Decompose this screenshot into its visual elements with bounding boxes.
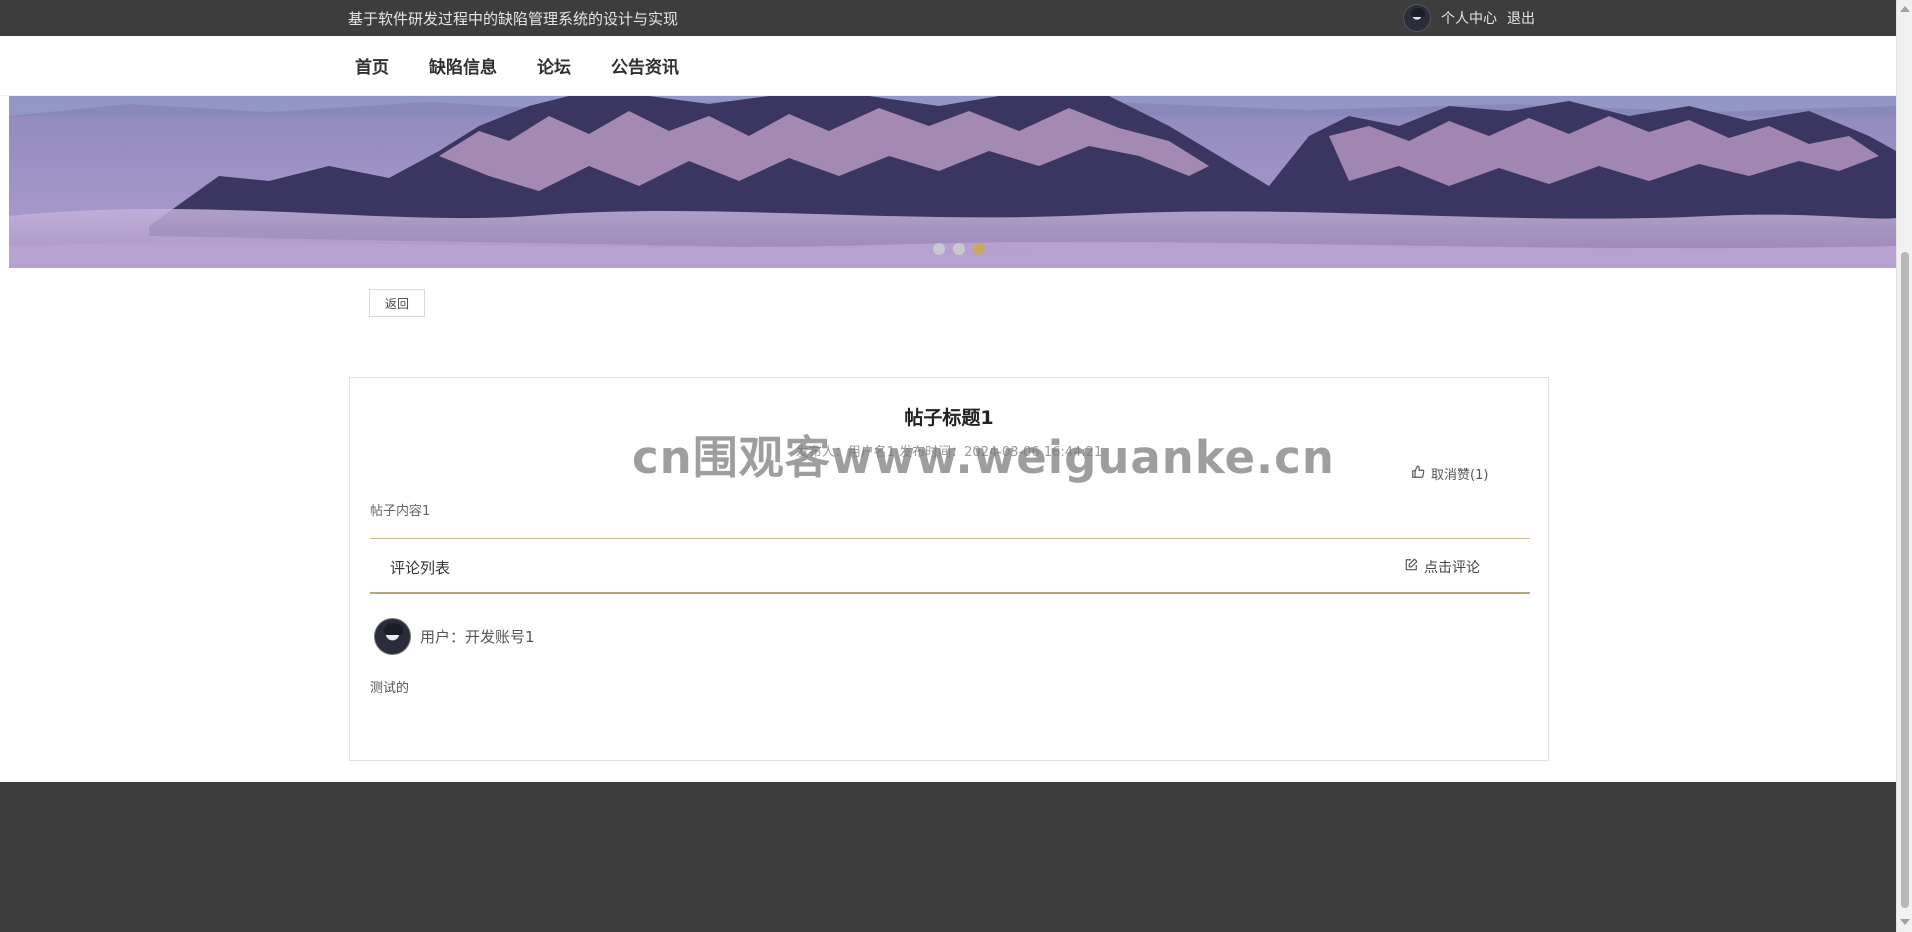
carousel-dot-1[interactable]	[933, 243, 945, 255]
post-meta: 发布人：用户名1 发布时间：2024-03-06 16:44:21	[795, 445, 1103, 460]
main-nav: 首页 缺陷信息 论坛 公告资讯	[0, 36, 1896, 96]
post-content: 帖子内容1	[370, 504, 431, 519]
nav-item-home[interactable]: 首页	[355, 53, 389, 78]
comment-user: 用户：开发账号1	[420, 628, 535, 646]
nav-items: 首页 缺陷信息 论坛 公告资讯	[355, 53, 679, 78]
edit-icon	[1404, 558, 1418, 576]
comment-item: 用户：开发账号1	[374, 618, 535, 655]
add-comment-button[interactable]: 点击评论	[1404, 557, 1480, 577]
nav-item-announcements[interactable]: 公告资讯	[611, 53, 679, 78]
scroll-down-arrow-icon[interactable]	[1900, 919, 1910, 925]
top-bar: 基于软件研发过程中的缺陷管理系统的设计与实现 个人中心 退出	[0, 0, 1896, 36]
comment-list-title: 评论列表	[390, 559, 451, 577]
site-title: 基于软件研发过程中的缺陷管理系统的设计与实现	[348, 10, 679, 28]
carousel-dot-3[interactable]	[973, 243, 985, 255]
nav-item-forum[interactable]: 论坛	[537, 53, 571, 78]
thumbs-up-icon	[1411, 465, 1425, 483]
post-card: 帖子标题1 发布人：用户名1 发布时间：2024-03-06 16:44:21 …	[349, 377, 1549, 761]
scroll-thumb[interactable]	[1901, 252, 1909, 908]
user-avatar[interactable]	[1403, 4, 1431, 32]
profile-link[interactable]: 个人中心	[1441, 8, 1497, 28]
carousel-dot-2[interactable]	[953, 243, 965, 255]
unlike-label: 取消赞(1)	[1431, 468, 1489, 483]
logout-link[interactable]: 退出	[1507, 8, 1535, 28]
comment-text: 测试的	[370, 681, 410, 696]
back-button[interactable]: 返回	[369, 289, 425, 317]
vertical-scrollbar[interactable]	[1896, 0, 1912, 932]
add-comment-label: 点击评论	[1424, 560, 1480, 576]
comment-list-header: 评论列表 点击评论	[370, 538, 1530, 594]
comment-avatar	[374, 618, 411, 655]
carousel-dots	[933, 243, 985, 255]
unlike-button[interactable]: 取消赞(1)	[1411, 464, 1488, 483]
nav-item-defects[interactable]: 缺陷信息	[429, 53, 497, 78]
banner-carousel[interactable]	[9, 96, 1896, 268]
scroll-up-arrow-icon[interactable]	[1900, 6, 1910, 12]
page: 基于软件研发过程中的缺陷管理系统的设计与实现 个人中心 退出 首页 缺陷信息 论…	[0, 0, 1912, 932]
post-title: 帖子标题1	[904, 407, 994, 429]
user-area: 个人中心 退出	[1403, 3, 1535, 33]
footer	[0, 782, 1896, 932]
